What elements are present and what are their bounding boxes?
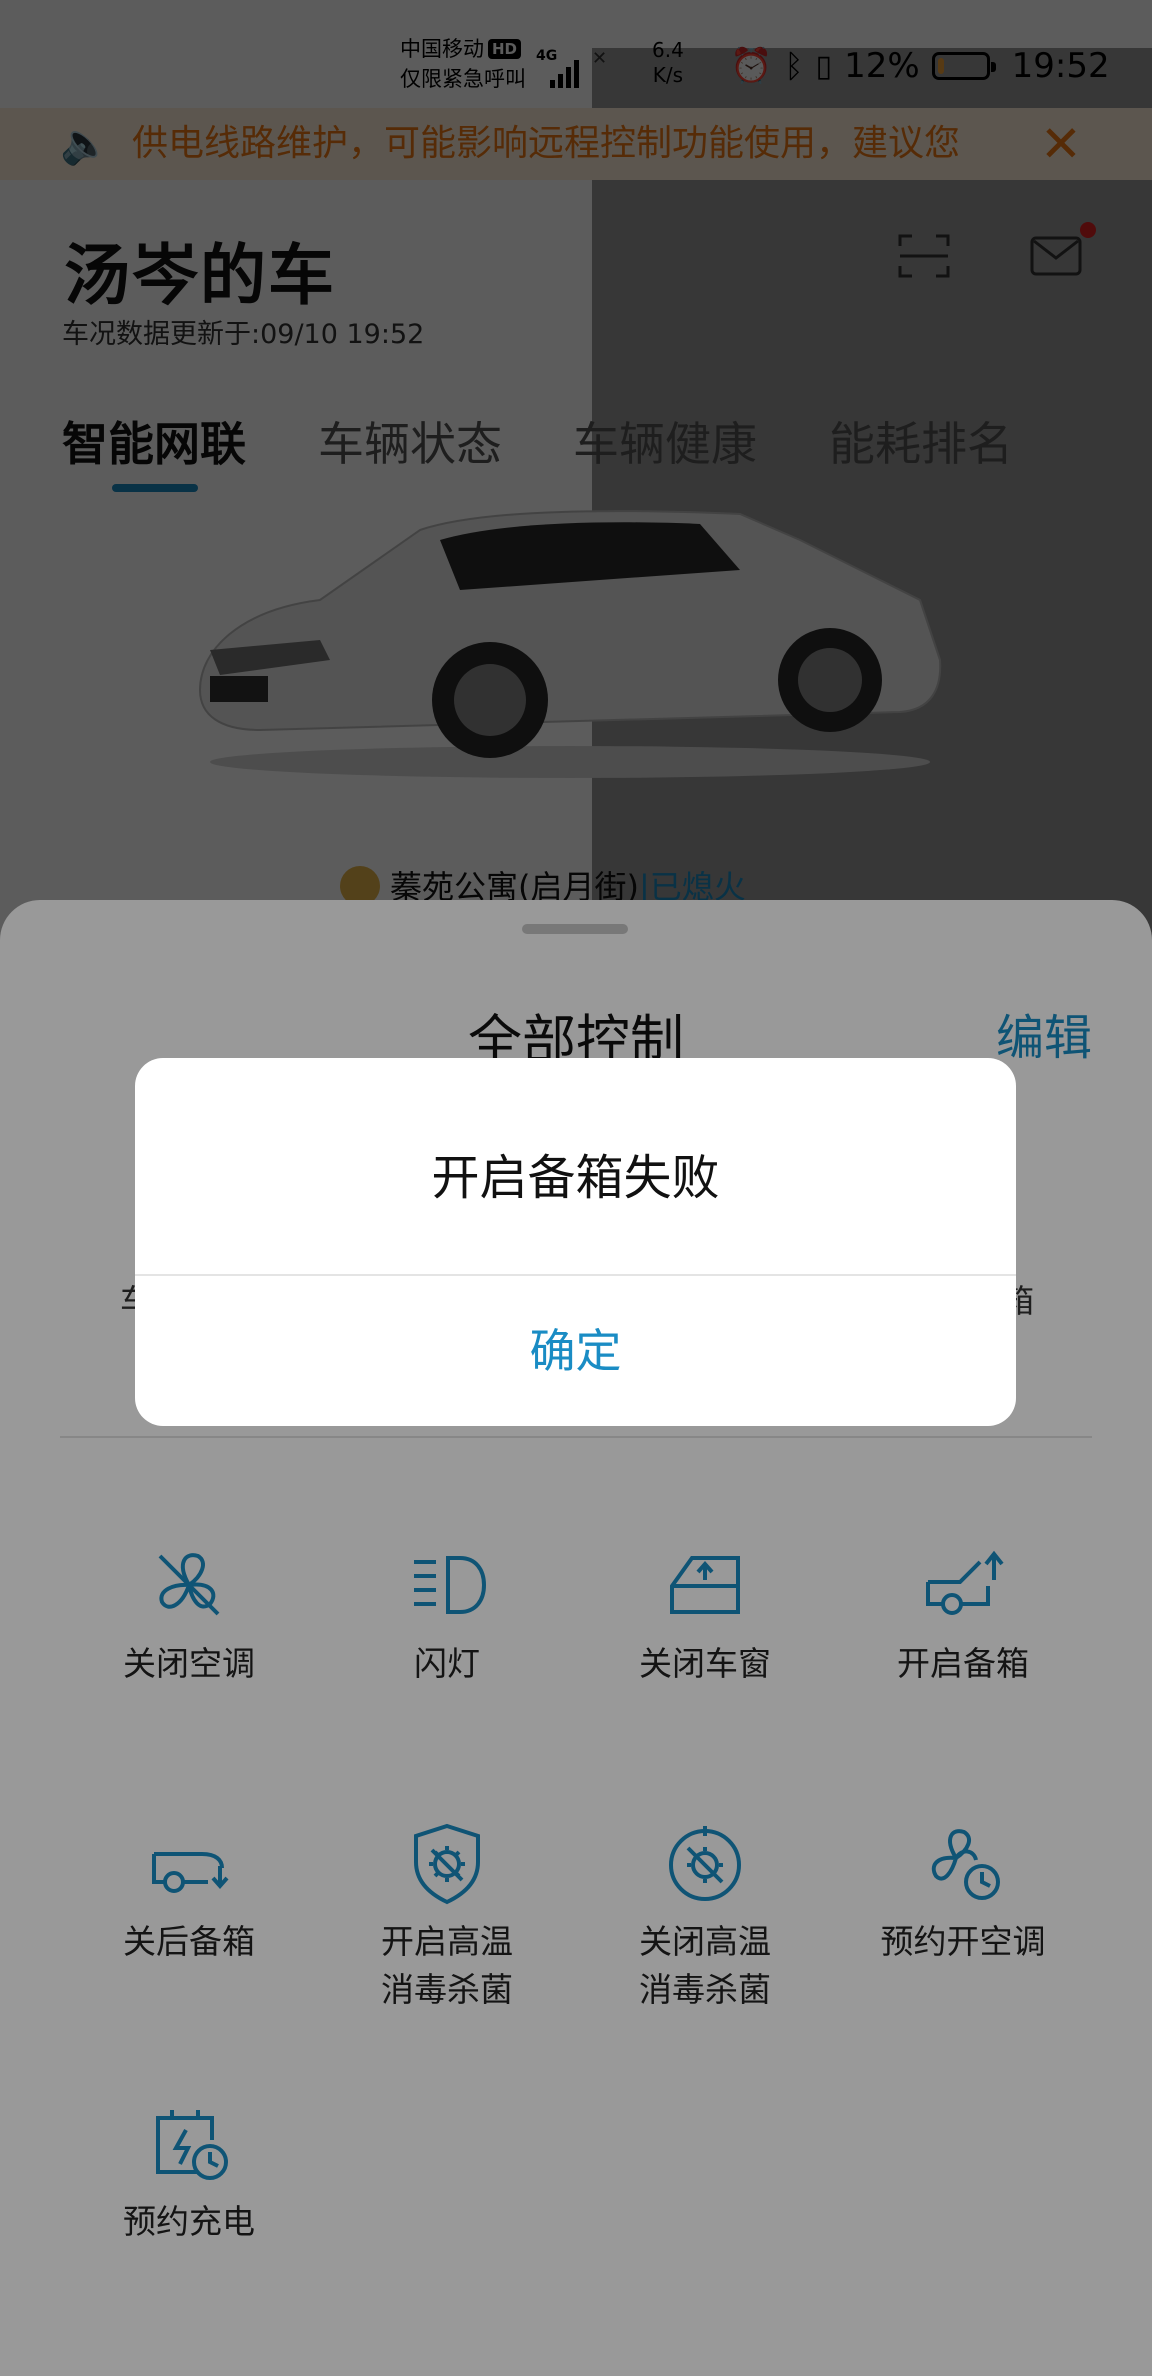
confirm-button[interactable]: 确定: [135, 1276, 1016, 1426]
dialog-message: 开启备箱失败: [431, 1150, 720, 1206]
alert-dialog: 开启备箱失败 确定: [135, 1058, 1016, 1426]
